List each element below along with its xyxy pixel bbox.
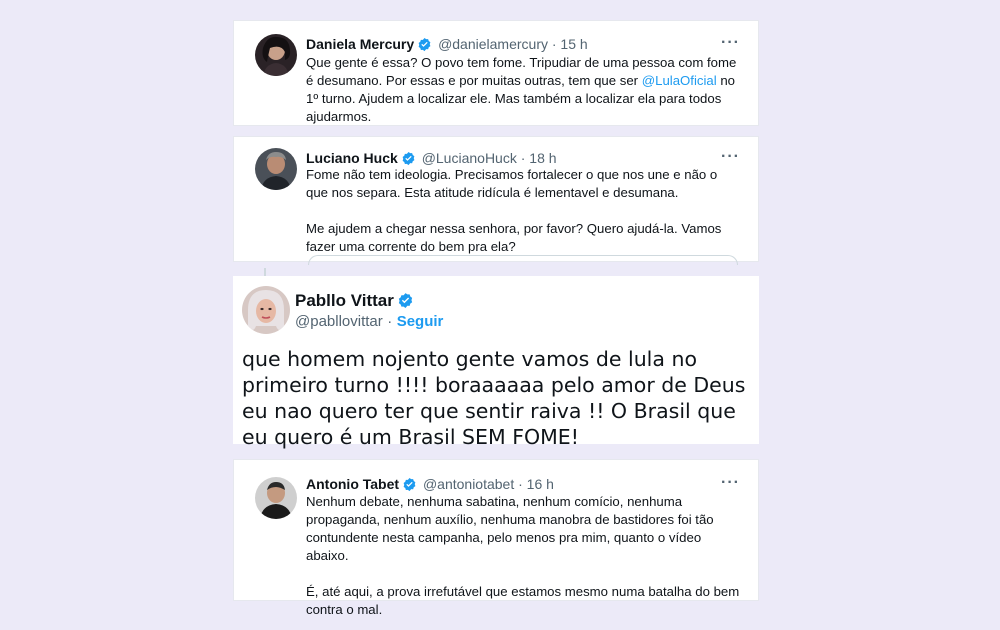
tweet-timestamp[interactable]: · 16 h xyxy=(518,476,554,492)
verified-badge-icon xyxy=(403,477,416,492)
tweet-card-luciano: Luciano Huck @LucianoHuck · 18 h ··· Fom… xyxy=(233,136,759,265)
tweet-timestamp[interactable]: · 18 h xyxy=(521,150,557,166)
tweet-text: que homem nojento gente vamos de lula no… xyxy=(242,347,746,449)
avatar-antonio[interactable] xyxy=(255,477,297,519)
tweet-header: Antonio Tabet @antoniotabet · 16 h xyxy=(306,475,554,493)
tweet-paragraph: Fome não tem ideologia. Precisamos forta… xyxy=(306,167,718,200)
tweet-paragraph: É, até aqui, a prova irrefutável que est… xyxy=(306,584,740,617)
tweet-header: Daniela Mercury @danielamercury · 15 h xyxy=(306,35,588,53)
tweet-text: Que gente é essa? O povo tem fome. Tripu… xyxy=(306,54,741,126)
author-handle[interactable]: @LucianoHuck xyxy=(422,150,517,166)
author-name[interactable]: Luciano Huck xyxy=(306,150,398,166)
author-handle[interactable]: @danielamercury xyxy=(438,36,548,52)
verified-badge-icon xyxy=(418,37,431,52)
tweet-card-antonio: Antonio Tabet @antoniotabet · 16 h ··· N… xyxy=(233,459,759,617)
author-name[interactable]: Antonio Tabet xyxy=(306,476,399,492)
thread-connector xyxy=(264,268,266,276)
separator-dot: · xyxy=(387,313,393,330)
more-options-icon[interactable]: ··· xyxy=(721,475,740,491)
tweet-header: Luciano Huck @LucianoHuck · 18 h xyxy=(306,149,557,167)
author-handle[interactable]: @antoniotabet xyxy=(423,476,514,492)
verified-badge-icon xyxy=(402,151,415,166)
tweet-timestamp[interactable]: · 15 h xyxy=(552,36,588,52)
author-name[interactable]: Pabllo Vittar xyxy=(295,291,394,310)
tweet-paragraph: Me ajudem a chegar nessa senhora, por fa… xyxy=(306,221,722,254)
tweet-card-daniela: Daniela Mercury @danielamercury · 15 h ·… xyxy=(233,20,759,126)
pabllo-handle-row: @pabllovittar · Seguir xyxy=(295,313,443,331)
more-options-icon[interactable]: ··· xyxy=(721,35,740,51)
author-handle[interactable]: @pabllovittar xyxy=(295,313,383,330)
pabllo-name-row: Pabllo Vittar xyxy=(295,291,416,311)
tweet-paragraph: Nenhum debate, nenhuma sabatina, nenhum … xyxy=(306,494,714,563)
avatar-pabllo[interactable] xyxy=(242,286,290,334)
tweet-text: Fome não tem ideologia. Precisamos forta… xyxy=(306,166,741,256)
verified-badge-icon xyxy=(398,293,413,308)
more-options-icon[interactable]: ··· xyxy=(721,149,740,165)
quoted-media-edge xyxy=(308,255,738,265)
avatar-luciano[interactable] xyxy=(255,148,297,190)
tweet-text: Nenhum debate, nenhuma sabatina, nenhum … xyxy=(306,493,741,619)
author-name[interactable]: Daniela Mercury xyxy=(306,36,414,52)
mention-link[interactable]: @LulaOficial xyxy=(642,73,717,88)
avatar-daniela[interactable] xyxy=(255,34,297,76)
tweet-card-pabllo: Pabllo Vittar @pabllovittar · Seguir que… xyxy=(233,276,759,449)
follow-button[interactable]: Seguir xyxy=(397,313,444,330)
